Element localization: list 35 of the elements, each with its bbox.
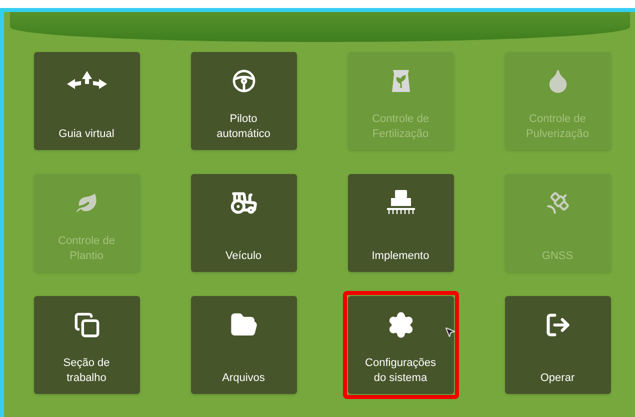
tile-label: Seção de: [63, 356, 110, 371]
tile-label: Veículo: [225, 249, 262, 264]
arrows-icon: [66, 71, 106, 91]
tile-label: automático: [216, 127, 270, 142]
satellite-icon: [544, 190, 570, 216]
menu-tile[interactable]: Operar: [504, 296, 610, 394]
tile-label: Guia virtual: [58, 127, 114, 142]
tile-label: Arquivos: [222, 371, 265, 386]
tile-label: GNSS: [542, 249, 574, 264]
implement-icon: [384, 190, 416, 216]
tile-label: do sistema: [374, 371, 428, 386]
tile-label: Configurações: [365, 356, 436, 371]
cursor-icon: [444, 326, 456, 338]
copy-icon: [74, 312, 100, 338]
menu-tile[interactable]: Implemento: [348, 174, 454, 272]
tile-label: Controle de: [58, 234, 115, 249]
menu-tile[interactable]: Configurações do sistema: [348, 296, 454, 394]
tractor-icon: [230, 189, 258, 217]
tile-label: Fertilização: [372, 127, 429, 142]
exit-icon: [544, 312, 570, 338]
tile-label: Implemento: [372, 249, 430, 264]
tile-label: Pulverização: [526, 127, 589, 142]
menu-tile[interactable]: Veículo: [190, 174, 296, 272]
tile-label: Operar: [540, 371, 575, 386]
menu-tile[interactable]: Piloto automático: [190, 52, 296, 150]
menu-tile[interactable]: Arquivos: [190, 296, 296, 394]
tile-label: Controle de: [372, 112, 429, 127]
menu-tile[interactable]: Seção de trabalho: [34, 296, 140, 394]
steering-wheel-icon: [232, 69, 256, 93]
menu-tile[interactable]: Guia virtual: [34, 52, 140, 150]
tile-label: Controle de: [529, 112, 586, 127]
fertilizer-bag-icon: [390, 68, 410, 94]
tile-label: Plantio: [70, 249, 104, 264]
tile-label: Piloto: [230, 112, 258, 127]
tile-label: trabalho: [66, 371, 106, 386]
